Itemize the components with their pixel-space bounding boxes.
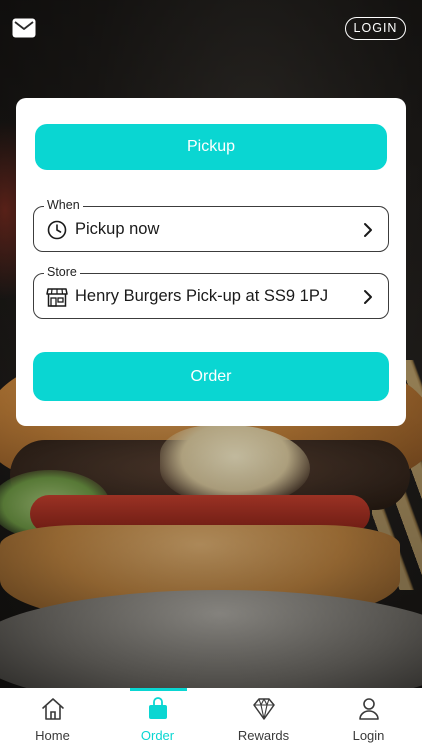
clock-icon [46, 219, 68, 241]
store-icon [46, 286, 68, 308]
diamond-icon [251, 696, 277, 722]
tab-home-label: Home [35, 728, 70, 743]
login-button[interactable]: LOGIN [345, 17, 406, 40]
user-icon [356, 696, 382, 722]
home-icon [40, 696, 66, 722]
pickup-button[interactable]: Pickup [35, 124, 387, 170]
store-value: Henry Burgers Pick-up at SS9 1PJ [75, 287, 329, 305]
when-value: Pickup now [75, 220, 160, 238]
order-card: Pickup When Pickup now Store Henry Burge… [16, 98, 406, 426]
tab-rewards-label: Rewards [237, 728, 290, 743]
bottom-tab-bar: Home Order Rewards Login [0, 688, 422, 750]
chevron-right-icon [362, 288, 374, 306]
tab-home[interactable]: Home [0, 688, 105, 750]
store-field[interactable]: Store Henry Burgers Pick-up at SS9 1PJ [33, 265, 389, 319]
tab-order[interactable]: Order [105, 688, 210, 750]
tab-order-label: Order [140, 728, 175, 743]
order-button[interactable]: Order [33, 352, 389, 401]
tab-login-label: Login [352, 728, 385, 743]
bag-icon [145, 696, 171, 722]
tab-login[interactable]: Login [316, 688, 421, 750]
tab-rewards[interactable]: Rewards [211, 688, 316, 750]
when-field[interactable]: When Pickup now [33, 198, 389, 252]
chevron-right-icon [362, 221, 374, 239]
mail-icon[interactable] [12, 18, 36, 38]
order-screen: LOGIN Pickup When Pickup now Store Henry… [0, 0, 422, 750]
